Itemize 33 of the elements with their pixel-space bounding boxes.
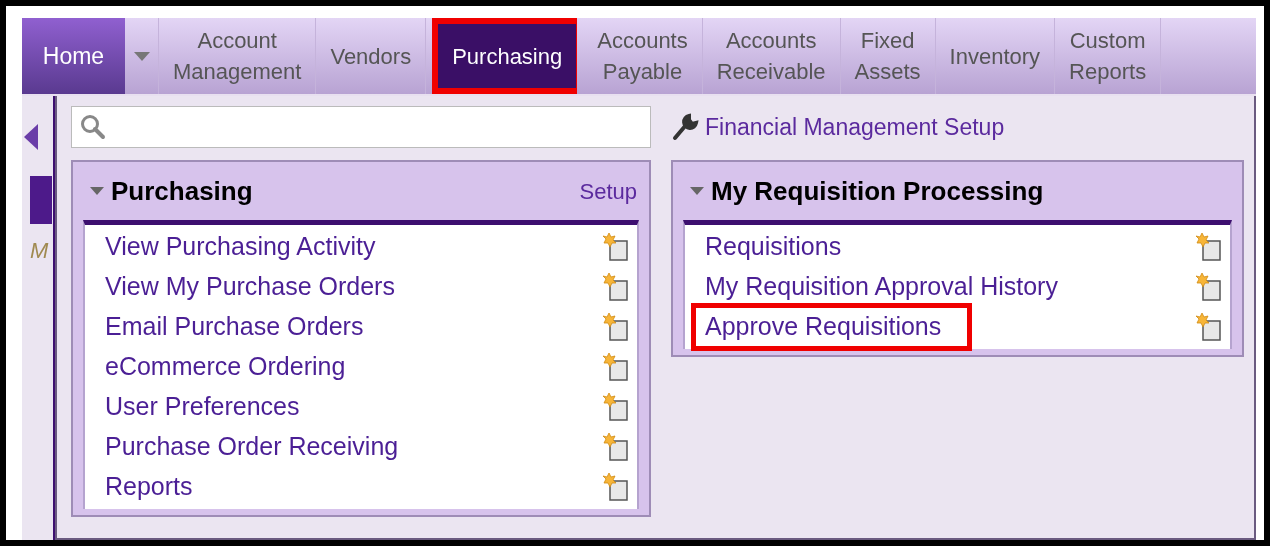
new-page-icon[interactable] [601,432,629,462]
new-page-icon[interactable] [601,312,629,342]
section-title: Purchasing [111,174,253,208]
new-page-icon[interactable] [601,472,629,502]
nav-tab[interactable]: Accounts Payable [583,18,703,94]
search-icon [80,114,106,140]
setup-link[interactable]: Setup [579,174,639,208]
background-header [30,176,52,224]
nav-tab[interactable]: Account Management [159,18,317,94]
caret-icon[interactable] [689,186,705,196]
new-page-icon[interactable] [1194,312,1222,342]
nav-tab[interactable]: Accounts Receivable [702,18,841,94]
new-page-icon[interactable] [601,232,629,262]
nav-tab[interactable]: Purchasing [432,18,578,94]
new-page-icon[interactable] [601,272,629,302]
new-page-icon[interactable] [1194,272,1222,302]
wrench-icon [671,113,699,141]
nav-tab[interactable]: Fixed Assets [840,18,936,94]
caret-icon[interactable] [89,186,105,196]
search-field[interactable] [71,106,651,148]
nav-tab[interactable]: Vendors [316,18,427,94]
menu-link[interactable]: Approve Requisitions [691,303,973,351]
home-tab[interactable]: Home [22,18,125,94]
nav-tab[interactable]: Custom Reports [1055,18,1162,94]
caret-icon [133,51,150,61]
new-page-icon[interactable] [601,392,629,422]
new-page-icon[interactable] [1194,232,1222,262]
collapse-arrow-icon[interactable] [24,124,38,150]
new-page-icon[interactable] [601,352,629,382]
setup-link[interactable]: Financial Management Setup [705,109,1005,145]
background-text: M [30,237,49,265]
section-title: My Requisition Processing [711,174,1044,208]
nav-tab[interactable]: Inventory [935,18,1056,94]
